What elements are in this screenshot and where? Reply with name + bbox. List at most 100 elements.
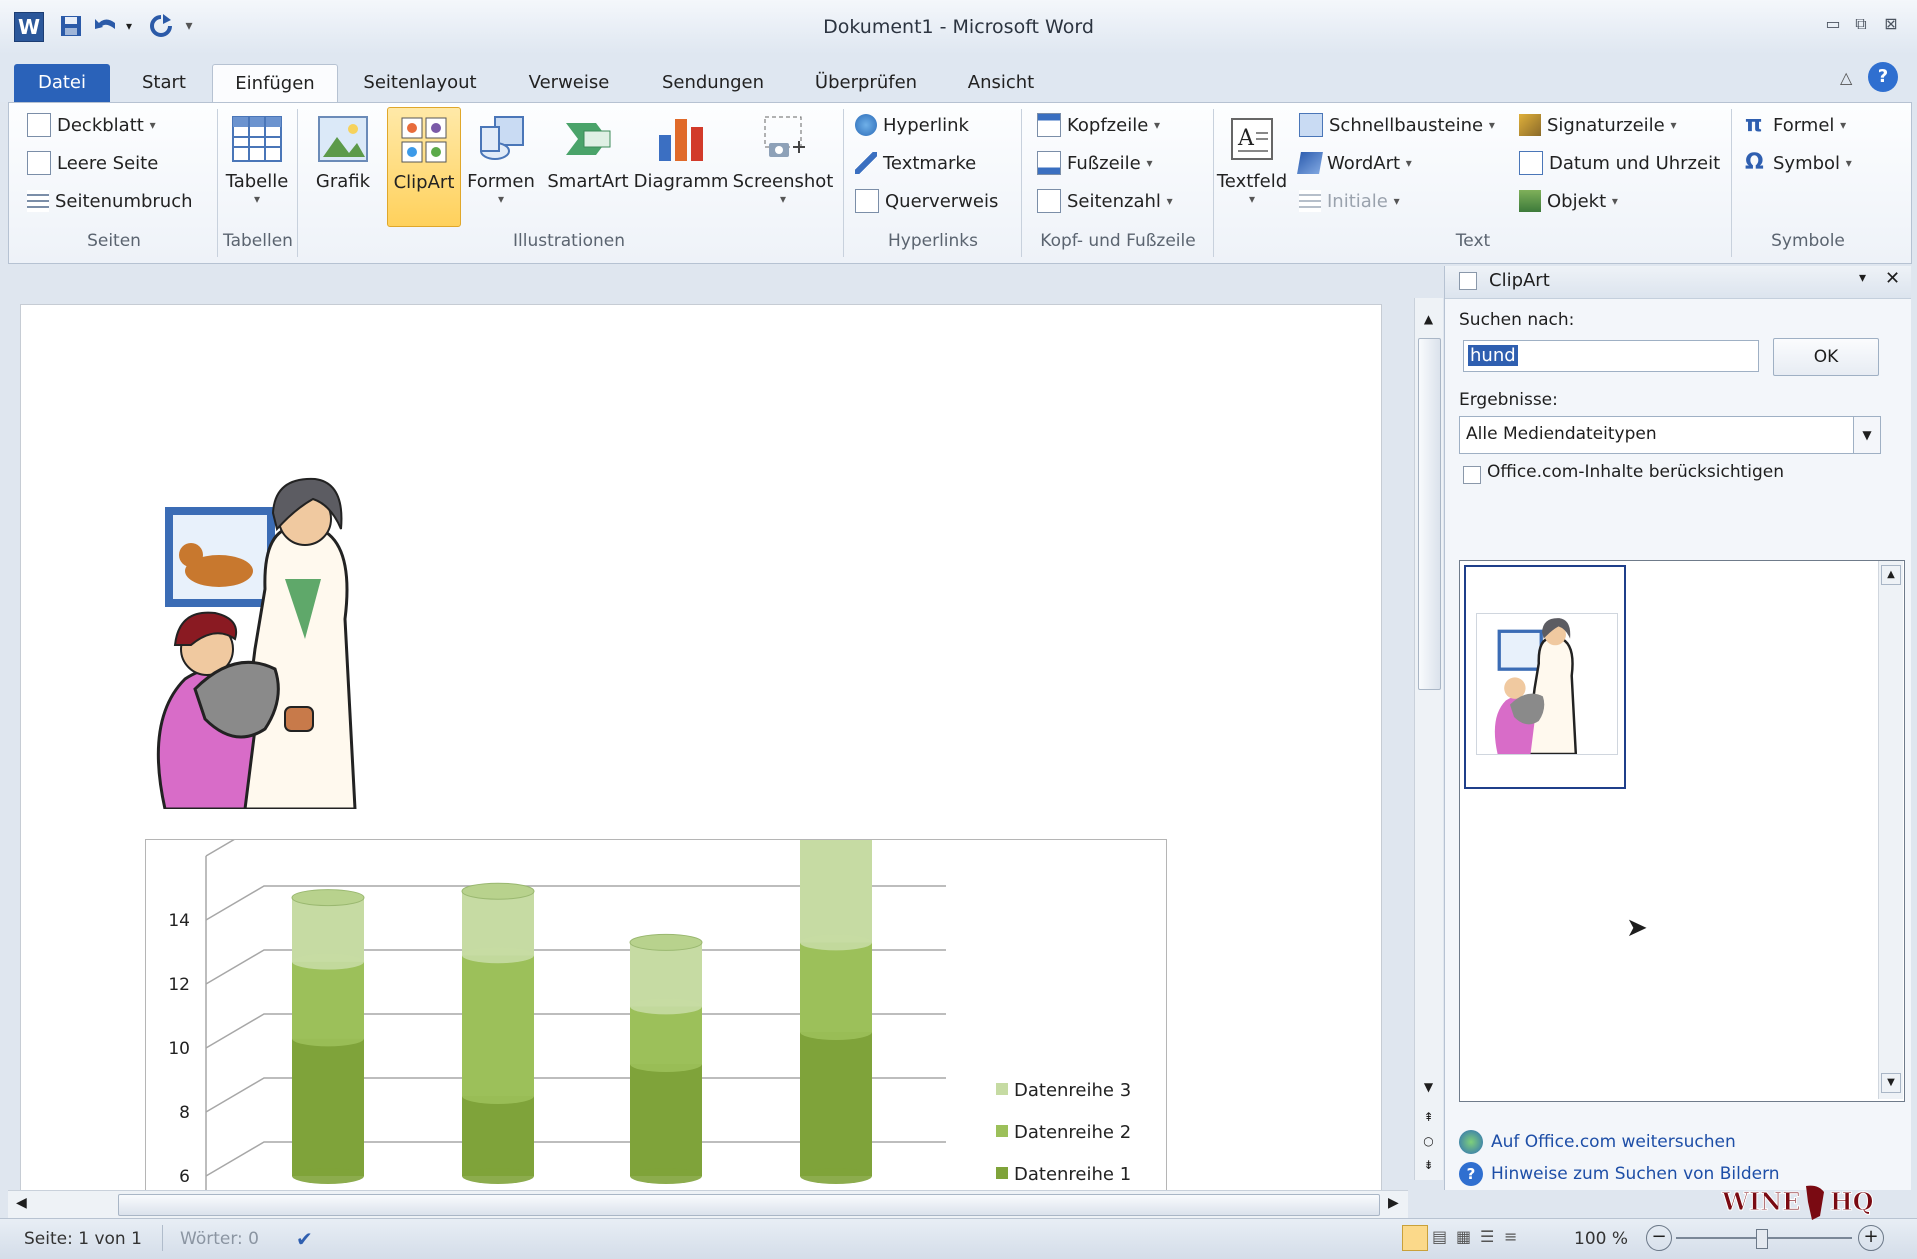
vertical-scroll-thumb[interactable] (1418, 338, 1441, 690)
zoom-out-icon[interactable]: − (1646, 1225, 1672, 1251)
tabelle-label: Tabelle (225, 171, 289, 192)
tab-datei[interactable]: Datei (14, 64, 110, 102)
symbol-button[interactable]: Ω Symbol ▾ (1745, 149, 1852, 177)
scroll-up-icon[interactable]: ▲ (1415, 312, 1442, 334)
tabelle-button[interactable]: Tabelle ▾ (221, 107, 293, 225)
full-screen-view-icon[interactable]: ▤ (1432, 1227, 1447, 1246)
grafik-label: Grafik (315, 171, 371, 192)
kopfzeile-label: Kopfzeile (1067, 114, 1149, 136)
clipart-result-item[interactable] (1464, 565, 1626, 789)
zoom-in-icon[interactable]: + (1858, 1225, 1884, 1251)
datum-uhrzeit-button[interactable]: Datum und Uhrzeit (1519, 149, 1720, 177)
window-title: Dokument1 - Microsoft Word (823, 16, 1094, 38)
ok-button[interactable]: OK (1773, 338, 1879, 376)
close-icon[interactable]: ⊠ (1880, 14, 1902, 34)
results-scroll-down-icon[interactable]: ▼ (1881, 1073, 1901, 1093)
zoom-level[interactable]: 100 % (1574, 1229, 1628, 1249)
scroll-down-icon[interactable]: ▼ (1415, 1080, 1442, 1102)
word-count-status[interactable]: Wörter: 0 (180, 1229, 259, 1249)
group-label-seiten: Seiten (87, 231, 141, 251)
task-pane-title: ClipArt (1489, 270, 1550, 291)
kopfzeile-button[interactable]: Kopfzeile ▾ (1037, 111, 1160, 139)
next-page-icon[interactable]: ⇟ (1415, 1158, 1442, 1172)
deckblatt-button[interactable]: Deckblatt ▾ (27, 111, 156, 139)
group-label-symbole: Symbole (1771, 231, 1845, 251)
group-separator (1213, 109, 1214, 257)
querverweis-button[interactable]: Querverweis (855, 187, 998, 215)
previous-page-icon[interactable]: ⇞ (1415, 1110, 1442, 1124)
leere-seite-button[interactable]: Leere Seite (27, 149, 158, 177)
grafik-button[interactable]: Grafik (315, 107, 371, 225)
horizontal-scrollbar[interactable]: ◀ ▶ (8, 1190, 1408, 1219)
tab-seitenlayout[interactable]: Seitenlayout (352, 64, 488, 102)
textmarke-button[interactable]: Textmarke (855, 149, 976, 177)
mouse-cursor-icon: ➤ (1626, 913, 1648, 943)
tab-ueberpruefen[interactable]: Überprüfen (804, 64, 928, 102)
hyperlink-button[interactable]: Hyperlink (855, 111, 969, 139)
search-input[interactable]: hund (1463, 340, 1759, 372)
chart-bar-top (291, 889, 365, 907)
table-icon (231, 113, 283, 165)
proofing-icon[interactable]: ✔ (296, 1227, 313, 1251)
formen-button[interactable]: Formen ▾ (465, 107, 537, 225)
tab-verweise[interactable]: Verweise (514, 64, 624, 102)
horizontal-scroll-thumb[interactable] (118, 1194, 1380, 1216)
screenshot-button[interactable]: Screenshot ▾ (731, 107, 835, 225)
initiale-label: Initiale (1327, 190, 1388, 212)
fusszeile-button[interactable]: Fußzeile ▾ (1037, 149, 1152, 177)
help-icon[interactable]: ? (1868, 62, 1898, 92)
seitenzahl-button[interactable]: Seitenzahl ▾ (1037, 187, 1173, 215)
formel-label: Formel (1773, 114, 1835, 136)
office-search-link[interactable]: Auf Office.com weitersuchen (1459, 1130, 1736, 1154)
office-checkbox[interactable] (1463, 466, 1481, 484)
document-page[interactable]: 6 8 10 12 14 Datenreihe 3 Datenreihe 2 Datenrei… (20, 304, 1382, 1192)
textbox-icon: A (1226, 113, 1278, 165)
tab-einfuegen[interactable]: Einfügen (212, 64, 338, 103)
initiale-button[interactable]: Initiale ▾ (1299, 187, 1400, 215)
chevron-down-icon[interactable]: ▼ (1853, 417, 1880, 453)
scroll-left-icon[interactable]: ◀ (16, 1195, 27, 1211)
textfeld-button[interactable]: A Textfeld ▾ (1215, 107, 1289, 225)
schnellbausteine-label: Schnellbausteine (1329, 114, 1484, 136)
page-count-status[interactable]: Seite: 1 von 1 (24, 1229, 142, 1249)
scroll-right-icon[interactable]: ▶ (1388, 1195, 1399, 1211)
print-layout-view-icon[interactable] (1402, 1225, 1428, 1251)
web-layout-view-icon[interactable]: ▦ (1456, 1227, 1471, 1246)
chart-bar-segment (462, 891, 534, 956)
signaturzeile-button[interactable]: Signaturzeile ▾ (1519, 111, 1677, 139)
formel-button[interactable]: π Formel ▾ (1745, 111, 1846, 139)
media-type-select[interactable]: Alle Mediendateitypen ▼ (1459, 416, 1881, 454)
smartart-button[interactable]: SmartArt (545, 107, 631, 225)
winehq-watermark-logo: WINE HQ (1720, 1182, 1910, 1222)
chart-bar-segment (800, 840, 872, 943)
diagramm-button[interactable]: Diagramm (633, 107, 729, 225)
smartart-icon (562, 113, 614, 165)
task-pane-menu-icon[interactable]: ▾ (1859, 270, 1866, 286)
results-scroll-up-icon[interactable]: ▲ (1881, 565, 1901, 585)
wordart-button[interactable]: WordArt ▾ (1297, 149, 1412, 177)
clipart-results-list[interactable]: ▲ ▼ ➤ (1459, 560, 1905, 1102)
browse-object-icon[interactable]: ○ (1415, 1134, 1442, 1148)
office-search-link-label: Auf Office.com weitersuchen (1491, 1132, 1736, 1152)
clipart-vet-image[interactable] (145, 469, 425, 811)
page-break-icon (27, 190, 49, 212)
seitenumbruch-button[interactable]: Seitenumbruch (27, 187, 193, 215)
results-scrollbar[interactable]: ▲ ▼ (1878, 561, 1903, 1099)
collapse-ribbon-icon[interactable]: △ (1840, 68, 1852, 87)
task-pane-close-icon[interactable]: ✕ (1885, 268, 1900, 289)
outline-view-icon[interactable]: ☰ (1480, 1227, 1494, 1246)
tab-start[interactable]: Start (128, 64, 200, 102)
vertical-scrollbar[interactable]: ▲ ▼ ⇞ ○ ⇟ (1414, 298, 1443, 1180)
tab-ansicht[interactable]: Ansicht (956, 64, 1046, 102)
objekt-button[interactable]: Objekt ▾ (1519, 187, 1618, 215)
tab-sendungen[interactable]: Sendungen (648, 64, 778, 102)
schnellbausteine-button[interactable]: Schnellbausteine ▾ (1299, 111, 1495, 139)
chart-frame[interactable]: 6 8 10 12 14 Datenreihe 3 Datenreihe 2 Datenrei… (145, 839, 1167, 1192)
restore-icon[interactable]: ⧉ (1850, 14, 1872, 34)
chart-bar-cap (630, 1168, 702, 1184)
clipart-button[interactable]: ClipArt (387, 107, 461, 227)
draft-view-icon[interactable]: ≡ (1504, 1227, 1517, 1246)
minimize-icon[interactable]: ▭ (1822, 14, 1844, 34)
zoom-slider-thumb[interactable] (1756, 1229, 1768, 1249)
hyperlink-label: Hyperlink (883, 114, 969, 136)
